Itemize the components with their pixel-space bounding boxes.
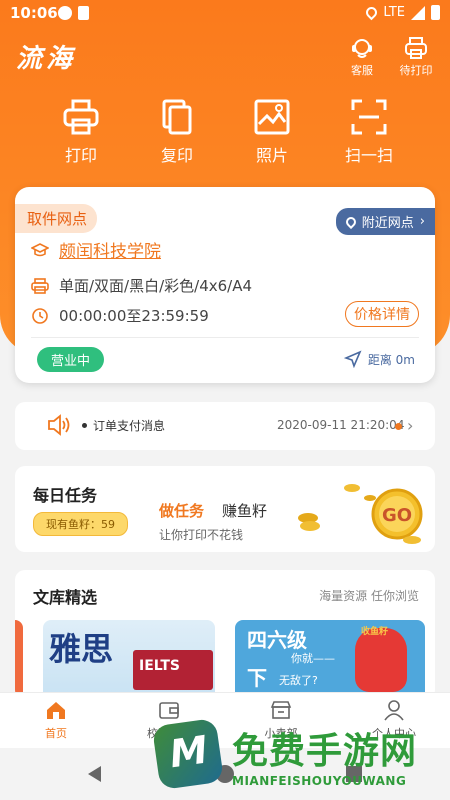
banner-ielts-title: 雅思	[49, 630, 114, 668]
speaker-icon	[48, 414, 70, 436]
quick-copy-button[interactable]: 复印	[142, 98, 212, 166]
pickup-site-card: 取件网点 附近网点 › 颇闰科技学院 单面/双面/黑白/彩色/4x6/A4 00…	[15, 187, 435, 383]
banner-ielts-book-label: IELTS	[139, 658, 181, 674]
do-task-label: 做任务	[159, 502, 205, 520]
task-subtitle: 让你打印不花钱	[159, 528, 244, 542]
tab-home-label: 首页	[45, 727, 67, 740]
nearby-sites-button[interactable]: 附近网点 ›	[335, 208, 435, 235]
home-icon	[47, 702, 65, 719]
copy-icon	[162, 99, 192, 135]
site-hours-row: 00:00:00至23:59:59	[31, 305, 209, 326]
price-details-button[interactable]: 价格详情	[345, 301, 419, 327]
fish-roe-balance-badge: 现有鱼籽：59	[33, 512, 128, 536]
ielts-book-illustration: IELTS	[133, 650, 213, 690]
daily-task-card[interactable]: 每日任务 现有鱼籽：59 做任务 赚鱼籽 让你打印不花钱 GO	[15, 466, 435, 552]
location-pin-icon	[343, 214, 358, 229]
notice-bullet	[82, 423, 87, 428]
quick-photo-button[interactable]: 照片	[237, 98, 307, 166]
card-divider	[31, 337, 419, 338]
graduation-cap-icon	[31, 242, 49, 256]
banner-cet-line4: 无敌了?	[279, 674, 318, 687]
quick-print-label: 打印	[64, 146, 97, 165]
photo-icon	[254, 99, 290, 135]
library-banner-ielts[interactable]: 雅思 IELTS	[43, 620, 215, 700]
printer-outline-icon	[31, 277, 49, 294]
distance-text: 距离 0m	[367, 352, 415, 367]
quick-print-button[interactable]: 打印	[46, 98, 116, 166]
nearby-sites-label: 附近网点	[361, 216, 414, 231]
quick-photo-label: 照片	[255, 146, 288, 165]
customer-service-label: 客服	[351, 64, 373, 77]
navigation-arrow-icon	[343, 350, 362, 368]
chevron-right-icon: ›	[419, 214, 425, 229]
chevron-right-icon: ›	[407, 416, 414, 435]
site-services-row: 单面/双面/黑白/彩色/4x6/A4	[31, 275, 252, 296]
earn-label: 赚鱼籽	[222, 502, 268, 520]
location-icon	[364, 4, 380, 21]
coin-go-text: GO	[382, 505, 412, 526]
library-banner-cet[interactable]: 四六级 你就—— 下 无敌了? 收鱼籽	[235, 620, 425, 700]
library-title: 文库精选	[33, 588, 98, 607]
lucky-bag-illustration	[355, 628, 407, 692]
library-subtitle[interactable]: 海量资源 任你浏览	[319, 587, 419, 604]
banner-cet-badge: 收鱼籽	[361, 627, 389, 637]
pickup-site-tag: 取件网点	[15, 204, 98, 233]
site-name-row[interactable]: 颇闰科技学院	[31, 237, 161, 262]
headset-icon	[352, 39, 372, 58]
battery-icon	[431, 5, 440, 20]
clock-icon	[32, 307, 48, 324]
site-name-link[interactable]: 颇闰科技学院	[59, 237, 161, 262]
notice-time: 2020-09-11 21:20:04	[277, 418, 405, 432]
watermark-subtitle: MIANFEISHOUYOUWANG	[232, 774, 407, 788]
notification-icon	[58, 6, 72, 20]
notice-bar[interactable]: 订单支付消息 2020-09-11 21:20:04 ›	[15, 402, 435, 450]
quick-copy-label: 复印	[160, 146, 193, 165]
pending-print-label: 待打印	[399, 64, 433, 77]
network-label: LTE	[383, 5, 405, 20]
distance-info: 距离 0m	[343, 350, 415, 368]
watermark: M 免费手游网 MIANFEISHOUYOUWANG	[150, 717, 450, 800]
gold-coins-illustration: GO	[298, 484, 423, 544]
status-bar: 10:06 LTE	[0, 0, 450, 28]
printer-small-icon	[405, 37, 427, 59]
daily-task-title: 每日任务	[33, 486, 98, 505]
banner-cet-line2: 你就——	[291, 652, 335, 665]
scan-icon	[351, 99, 387, 135]
watermark-title: 免费手游网	[232, 731, 418, 772]
tab-home[interactable]: 首页	[11, 699, 101, 741]
printer-icon	[63, 99, 99, 135]
watermark-logo-icon: M	[151, 717, 225, 791]
pending-print-button[interactable]: 待打印	[393, 36, 439, 78]
sd-card-icon	[78, 6, 89, 20]
customer-service-button[interactable]: 客服	[339, 36, 385, 78]
site-services-text: 单面/双面/黑白/彩色/4x6/A4	[59, 277, 253, 295]
open-status-badge: 营业中	[37, 347, 105, 372]
watermark-logo-letter: M	[166, 727, 211, 777]
quick-scan-button[interactable]: 扫一扫	[334, 98, 404, 166]
status-right-icons: LTE	[364, 4, 440, 21]
notice-text: 订单支付消息	[93, 419, 166, 433]
banner-cet-line3: 下	[247, 666, 267, 690]
site-hours-text: 00:00:00至23:59:59	[59, 307, 209, 325]
status-left-icons	[58, 6, 89, 20]
quick-scan-label: 扫一扫	[344, 146, 393, 165]
unread-dot	[395, 423, 402, 430]
library-section: 文库精选 海量资源 任你浏览 雅思 IELTS 四六级 你就—— 下 无敌了? …	[15, 570, 435, 700]
app-logo: 流海	[16, 44, 77, 74]
status-time: 10:06	[10, 4, 58, 22]
back-icon[interactable]	[88, 766, 101, 782]
library-banner-partial[interactable]	[15, 620, 23, 700]
banner-cet-line1: 四六级	[247, 628, 307, 652]
signal-icon	[411, 5, 425, 20]
